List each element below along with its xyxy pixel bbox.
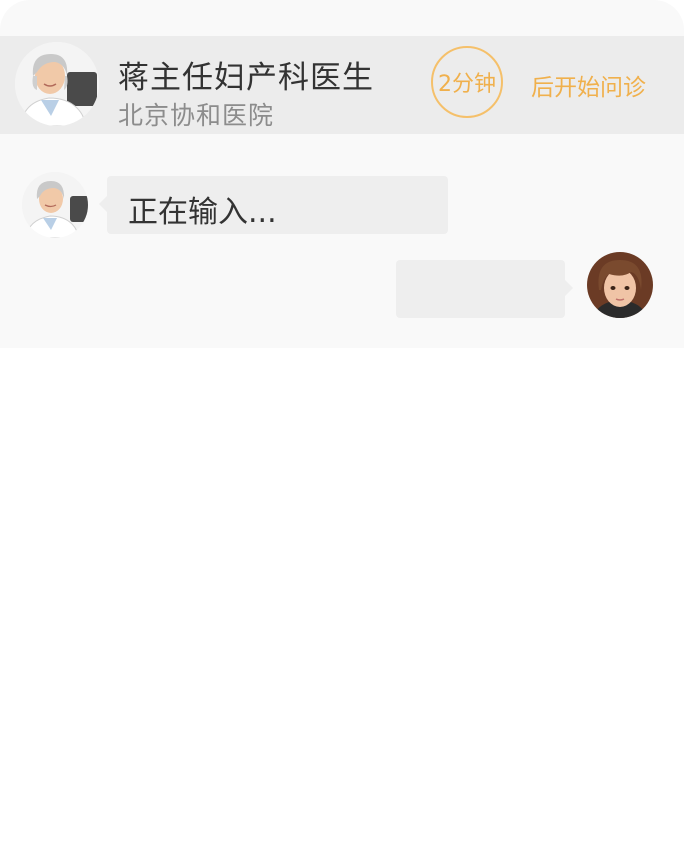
hospital-name: 北京协和医院 xyxy=(118,101,275,130)
doctor-header[interactable]: 蒋主任妇产科医生 北京协和医院 2分钟 后开始问诊 xyxy=(0,36,684,134)
message-user-avatar[interactable] xyxy=(587,252,653,318)
doctor-portrait-icon xyxy=(22,172,88,238)
doctor-message-bubble[interactable]: 正在输入... xyxy=(99,176,448,234)
countdown-label: 后开始问诊 xyxy=(531,75,646,101)
doctor-avatar[interactable] xyxy=(15,42,99,126)
doctor-portrait-icon xyxy=(15,42,99,126)
countdown-timer: 2分钟 xyxy=(431,46,503,118)
typing-indicator: 正在输入... xyxy=(128,195,277,230)
user-message-bubble[interactable] xyxy=(396,260,573,318)
consultation-screen: 蒋主任妇产科医生 北京协和医院 2分钟 后开始问诊 正在输入... xyxy=(0,0,684,863)
chat-panel: 蒋主任妇产科医生 北京协和医院 2分钟 后开始问诊 正在输入... xyxy=(0,0,684,348)
doctor-name: 蒋主任妇产科医生 xyxy=(118,60,374,96)
countdown-value: 2分钟 xyxy=(438,72,496,97)
user-portrait-icon xyxy=(587,252,653,318)
message-doctor-avatar[interactable] xyxy=(22,172,88,238)
